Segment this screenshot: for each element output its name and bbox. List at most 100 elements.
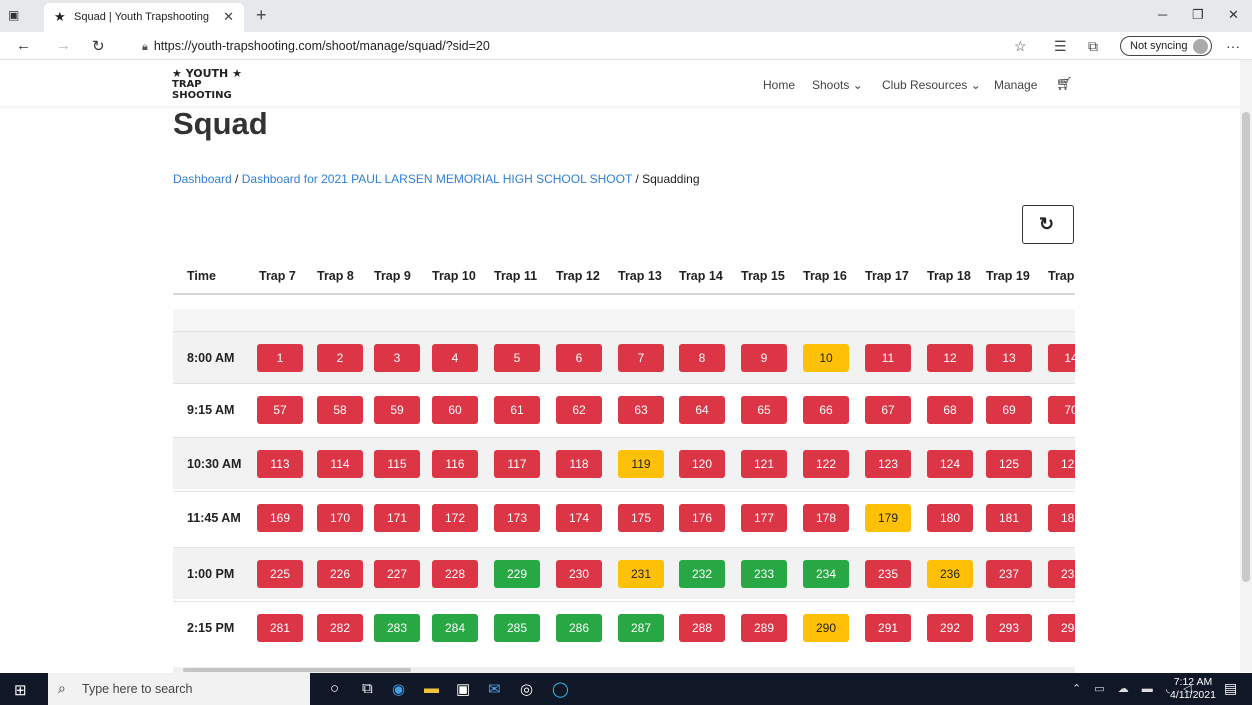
squad-slot-button[interactable]: 281 <box>257 614 303 642</box>
minimize-icon[interactable]: ─ <box>1158 7 1167 22</box>
squad-slot-button[interactable]: 58 <box>317 396 363 424</box>
squad-slot-button[interactable]: 285 <box>494 614 540 642</box>
favorite-icon[interactable]: ☆ <box>1014 38 1027 55</box>
squad-slot-button[interactable]: 233 <box>741 560 787 588</box>
squad-slot-button[interactable]: 236 <box>927 560 973 588</box>
squad-slot-button[interactable]: 178 <box>803 504 849 532</box>
reload-icon[interactable]: ↻ <box>92 37 105 55</box>
squad-slot-button[interactable]: 57 <box>257 396 303 424</box>
squad-slot-button[interactable]: 119 <box>618 450 664 478</box>
squad-slot-button[interactable]: 171 <box>374 504 420 532</box>
tab-actions-icon[interactable]: ▣ <box>8 8 24 24</box>
site-logo[interactable]: ★ YOUTH ★ TRAP SHOOTING <box>172 68 252 101</box>
squad-slot-button[interactable]: 120 <box>679 450 725 478</box>
squad-slot-button[interactable]: 293 <box>986 614 1032 642</box>
squad-slot-button[interactable]: 125 <box>986 450 1032 478</box>
file-explorer-icon[interactable]: ▬ <box>424 680 439 697</box>
squad-slot-button[interactable]: 287 <box>618 614 664 642</box>
squad-slot-button[interactable]: 123 <box>865 450 911 478</box>
maximize-icon[interactable]: ❐ <box>1192 7 1204 23</box>
squad-slot-button[interactable]: 294 <box>1048 614 1075 642</box>
squad-slot-button[interactable]: 182 <box>1048 504 1075 532</box>
squad-slot-button[interactable]: 282 <box>317 614 363 642</box>
squad-slot-button[interactable]: 2 <box>317 344 363 372</box>
nav-home[interactable]: Home <box>763 78 795 92</box>
squad-slot-button[interactable]: 1 <box>257 344 303 372</box>
squad-slot-button[interactable]: 225 <box>257 560 303 588</box>
squad-slot-button[interactable]: 232 <box>679 560 725 588</box>
squad-slot-button[interactable]: 173 <box>494 504 540 532</box>
squad-slot-button[interactable]: 67 <box>865 396 911 424</box>
notifications-icon[interactable]: ▤ <box>1224 680 1237 697</box>
squad-slot-button[interactable]: 227 <box>374 560 420 588</box>
squad-slot-button[interactable]: 121 <box>741 450 787 478</box>
squad-slot-button[interactable]: 59 <box>374 396 420 424</box>
squad-slot-button[interactable]: 181 <box>986 504 1032 532</box>
squad-slot-button[interactable]: 179 <box>865 504 911 532</box>
squad-slot-button[interactable]: 226 <box>317 560 363 588</box>
breadcrumb-dashboard[interactable]: Dashboard <box>173 172 232 186</box>
forward-icon[interactable]: → <box>56 37 71 54</box>
browser-tab[interactable]: ★ Squad | Youth Trapshooting ✕ <box>44 3 244 32</box>
squad-slot-button[interactable]: 229 <box>494 560 540 588</box>
squad-slot-button[interactable]: 68 <box>927 396 973 424</box>
squad-slot-button[interactable]: 13 <box>986 344 1032 372</box>
squad-slot-button[interactable]: 228 <box>432 560 478 588</box>
squad-slot-button[interactable]: 289 <box>741 614 787 642</box>
scrollbar-thumb[interactable] <box>1242 112 1250 582</box>
squad-slot-button[interactable]: 291 <box>865 614 911 642</box>
squad-slot-button[interactable]: 60 <box>432 396 478 424</box>
squad-slot-button[interactable]: 292 <box>927 614 973 642</box>
mail-icon[interactable]: ✉ <box>488 680 501 698</box>
more-icon[interactable]: ··· <box>1226 38 1240 54</box>
squad-slot-button[interactable]: 172 <box>432 504 478 532</box>
squad-slot-button[interactable]: 3 <box>374 344 420 372</box>
squad-slot-button[interactable]: 113 <box>257 450 303 478</box>
squad-slot-button[interactable]: 66 <box>803 396 849 424</box>
squad-slot-button[interactable]: 70 <box>1048 396 1075 424</box>
favorites-list-icon[interactable]: ☰ <box>1054 38 1067 55</box>
breadcrumb-shoot-dashboard[interactable]: Dashboard for 2021 PAUL LARSEN MEMORIAL … <box>242 172 632 186</box>
squad-slot-button[interactable]: 286 <box>556 614 602 642</box>
squad-slot-button[interactable]: 69 <box>986 396 1032 424</box>
store-icon[interactable]: ▣ <box>456 680 470 698</box>
nav-club-resources[interactable]: Club Resources ⌄ <box>882 78 981 92</box>
squad-slot-button[interactable]: 175 <box>618 504 664 532</box>
new-tab-icon[interactable]: + <box>256 5 267 26</box>
squad-slot-button[interactable]: 63 <box>618 396 664 424</box>
squad-slot-button[interactable]: 235 <box>865 560 911 588</box>
squad-slot-button[interactable]: 180 <box>927 504 973 532</box>
cortana-icon[interactable]: ○ <box>330 680 339 697</box>
squad-slot-button[interactable]: 6 <box>556 344 602 372</box>
squad-slot-button[interactable]: 169 <box>257 504 303 532</box>
squad-slot-button[interactable]: 290 <box>803 614 849 642</box>
nav-manage[interactable]: Manage <box>994 78 1037 92</box>
squad-slot-button[interactable]: 234 <box>803 560 849 588</box>
squad-slot-button[interactable]: 14 <box>1048 344 1075 372</box>
alexa-icon[interactable]: ◯ <box>552 680 569 698</box>
vertical-scrollbar[interactable] <box>1240 60 1252 672</box>
scrollbar-thumb[interactable] <box>183 668 411 672</box>
system-clock[interactable]: 7:12 AM 4/11/2021 <box>1170 676 1216 702</box>
squad-slot-button[interactable]: 122 <box>803 450 849 478</box>
squad-slot-button[interactable]: 126 <box>1048 450 1075 478</box>
edge-icon[interactable]: ◉ <box>392 680 405 698</box>
squad-slot-button[interactable]: 124 <box>927 450 973 478</box>
refresh-button[interactable]: ↻ <box>1022 205 1074 244</box>
task-view-icon[interactable]: ⧉ <box>362 680 373 697</box>
cart-icon[interactable]: 🛒︎ <box>1056 76 1073 92</box>
squad-slot-button[interactable]: 4 <box>432 344 478 372</box>
squad-slot-button[interactable]: 117 <box>494 450 540 478</box>
squad-slot-button[interactable]: 64 <box>679 396 725 424</box>
close-window-icon[interactable]: ✕ <box>1228 7 1239 23</box>
profile-sync-button[interactable]: Not syncing <box>1120 36 1212 56</box>
squad-slot-button[interactable]: 11 <box>865 344 911 372</box>
squad-slot-button[interactable]: 116 <box>432 450 478 478</box>
squad-slot-button[interactable]: 65 <box>741 396 787 424</box>
squad-slot-button[interactable]: 170 <box>317 504 363 532</box>
squad-slot-button[interactable]: 284 <box>432 614 478 642</box>
squad-slot-button[interactable]: 174 <box>556 504 602 532</box>
squad-slot-button[interactable]: 288 <box>679 614 725 642</box>
squad-slot-button[interactable]: 114 <box>317 450 363 478</box>
address-bar[interactable]: 🔒︎ https://youth-trapshooting.com/shoot/m… <box>142 39 490 54</box>
